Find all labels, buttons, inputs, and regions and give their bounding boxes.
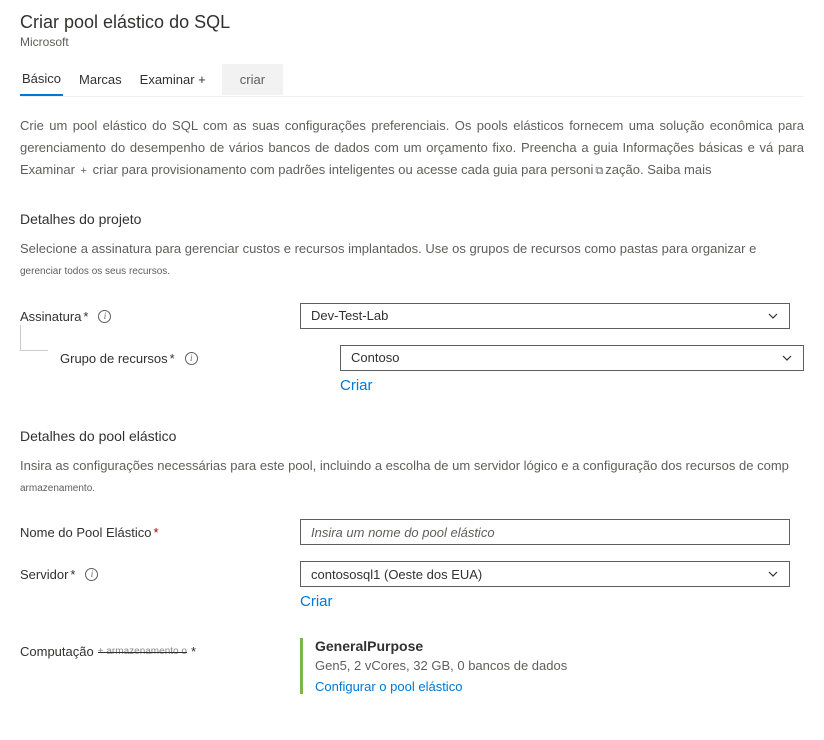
row-compute: Computação + armazenamento o * GeneralPu… bbox=[20, 638, 804, 694]
row-server: Servidor * i contososql1 (Oeste dos EUA)… bbox=[20, 561, 804, 610]
subscription-control: Dev-Test-Lab bbox=[300, 303, 790, 329]
page-title: Criar pool elástico do SQL bbox=[20, 12, 804, 33]
row-resource-group: Grupo de recursos * i Contoso Criar bbox=[20, 345, 804, 394]
compute-label-sub: + armazenamento o bbox=[98, 646, 187, 657]
page-header: Criar pool elástico do SQL Microsoft bbox=[20, 12, 804, 49]
row-subscription: Assinatura * i Dev-Test-Lab bbox=[20, 303, 804, 329]
intro-line2-before: criar para provisionamento com padrões i… bbox=[93, 162, 584, 177]
indent-marker bbox=[20, 325, 48, 351]
pool-name-label: Nome do Pool Elástic bbox=[20, 525, 144, 540]
create-resource-group-link[interactable]: Criar bbox=[340, 377, 373, 394]
pool-name-label-col: Nome do Pool Elástico* bbox=[20, 519, 300, 540]
resource-group-dropdown[interactable]: Contoso bbox=[340, 345, 804, 371]
subscription-label: Assinatura bbox=[20, 309, 81, 324]
page-subtitle: Microsoft bbox=[20, 35, 804, 49]
resource-group-label-col: Grupo de recursos * i bbox=[60, 345, 340, 366]
plus-icon: + bbox=[98, 646, 104, 657]
tab-basic[interactable]: Básico bbox=[20, 63, 63, 96]
required-mark: * bbox=[191, 644, 196, 659]
subscription-dropdown[interactable]: Dev-Test-Lab bbox=[300, 303, 790, 329]
create-server-link[interactable]: Criar bbox=[300, 593, 333, 610]
compute-title: GeneralPurpose bbox=[315, 638, 790, 654]
tab-create[interactable]: criar bbox=[222, 64, 283, 95]
server-value: contososql1 (Oeste dos EUA) bbox=[311, 567, 767, 582]
compute-summary: GeneralPurpose Gen5, 2 vCores, 32 GB, 0 … bbox=[300, 638, 790, 694]
project-desc-sub: gerenciar todos os seus recursos. bbox=[20, 266, 170, 277]
resource-group-label: Grupo de recursos bbox=[60, 351, 168, 366]
configure-pool-link[interactable]: Configurar o pool elástico bbox=[315, 679, 790, 694]
pool-desc-sub: armazenamento. bbox=[20, 483, 95, 494]
pool-heading: Detalhes do pool elástico bbox=[20, 428, 804, 444]
server-dropdown[interactable]: contososql1 (Oeste dos EUA) bbox=[300, 561, 790, 587]
compute-label-sub-text: armazenamento bbox=[106, 646, 178, 657]
pool-name-input[interactable] bbox=[300, 519, 790, 545]
chevron-down-icon bbox=[781, 352, 793, 364]
intro-line2-after: zação. Saiba mais bbox=[605, 162, 711, 177]
compute-label-o: o bbox=[181, 646, 187, 657]
project-desc: Selecione a assinatura para gerenciar cu… bbox=[20, 239, 804, 281]
pool-desc: Insira as configurações necessárias para… bbox=[20, 456, 804, 498]
resource-group-control: Contoso Criar bbox=[340, 345, 804, 394]
external-link-icon: ⧉ bbox=[595, 162, 603, 181]
tab-review[interactable]: Examinar + bbox=[138, 64, 208, 95]
tabs-bar: Básico Marcas Examinar + criar bbox=[20, 63, 804, 97]
subscription-label-col: Assinatura * i bbox=[20, 303, 300, 324]
pool-name-o: o bbox=[144, 525, 151, 540]
compute-control: GeneralPurpose Gen5, 2 vCores, 32 GB, 0 … bbox=[300, 638, 790, 694]
info-icon[interactable]: i bbox=[85, 568, 98, 581]
plus-icon: + bbox=[81, 162, 87, 181]
project-heading: Detalhes do projeto bbox=[20, 211, 804, 227]
chevron-down-icon bbox=[767, 568, 779, 580]
server-control: contososql1 (Oeste dos EUA) Criar bbox=[300, 561, 790, 610]
server-label: Servidor bbox=[20, 567, 68, 582]
compute-label-col: Computação + armazenamento o * bbox=[20, 638, 300, 659]
intro-text: Crie um pool elástico do SQL com as suas… bbox=[20, 115, 804, 181]
subscription-value: Dev-Test-Lab bbox=[311, 308, 767, 323]
required-mark: * bbox=[83, 309, 88, 324]
tab-tags[interactable]: Marcas bbox=[77, 64, 124, 95]
required-mark: * bbox=[70, 567, 75, 582]
required-mark: * bbox=[154, 525, 159, 540]
compute-label: Computação bbox=[20, 644, 94, 659]
project-desc-main: Selecione a assinatura para gerenciar cu… bbox=[20, 241, 756, 256]
required-mark: * bbox=[170, 351, 175, 366]
server-label-col: Servidor * i bbox=[20, 561, 300, 582]
info-icon[interactable]: i bbox=[185, 352, 198, 365]
section-project-details: Detalhes do projeto Selecione a assinatu… bbox=[20, 211, 804, 394]
chevron-down-icon bbox=[767, 310, 779, 322]
compute-detail: Gen5, 2 vCores, 32 GB, 0 bancos de dados bbox=[315, 658, 790, 673]
info-icon[interactable]: i bbox=[98, 310, 111, 323]
intro-ni: ni bbox=[583, 162, 593, 177]
row-pool-name: Nome do Pool Elástico* bbox=[20, 519, 804, 545]
pool-desc-main: Insira as configurações necessárias para… bbox=[20, 458, 789, 473]
resource-group-value: Contoso bbox=[351, 350, 781, 365]
section-pool-details: Detalhes do pool elástico Insira as conf… bbox=[20, 428, 804, 695]
pool-name-control bbox=[300, 519, 790, 545]
